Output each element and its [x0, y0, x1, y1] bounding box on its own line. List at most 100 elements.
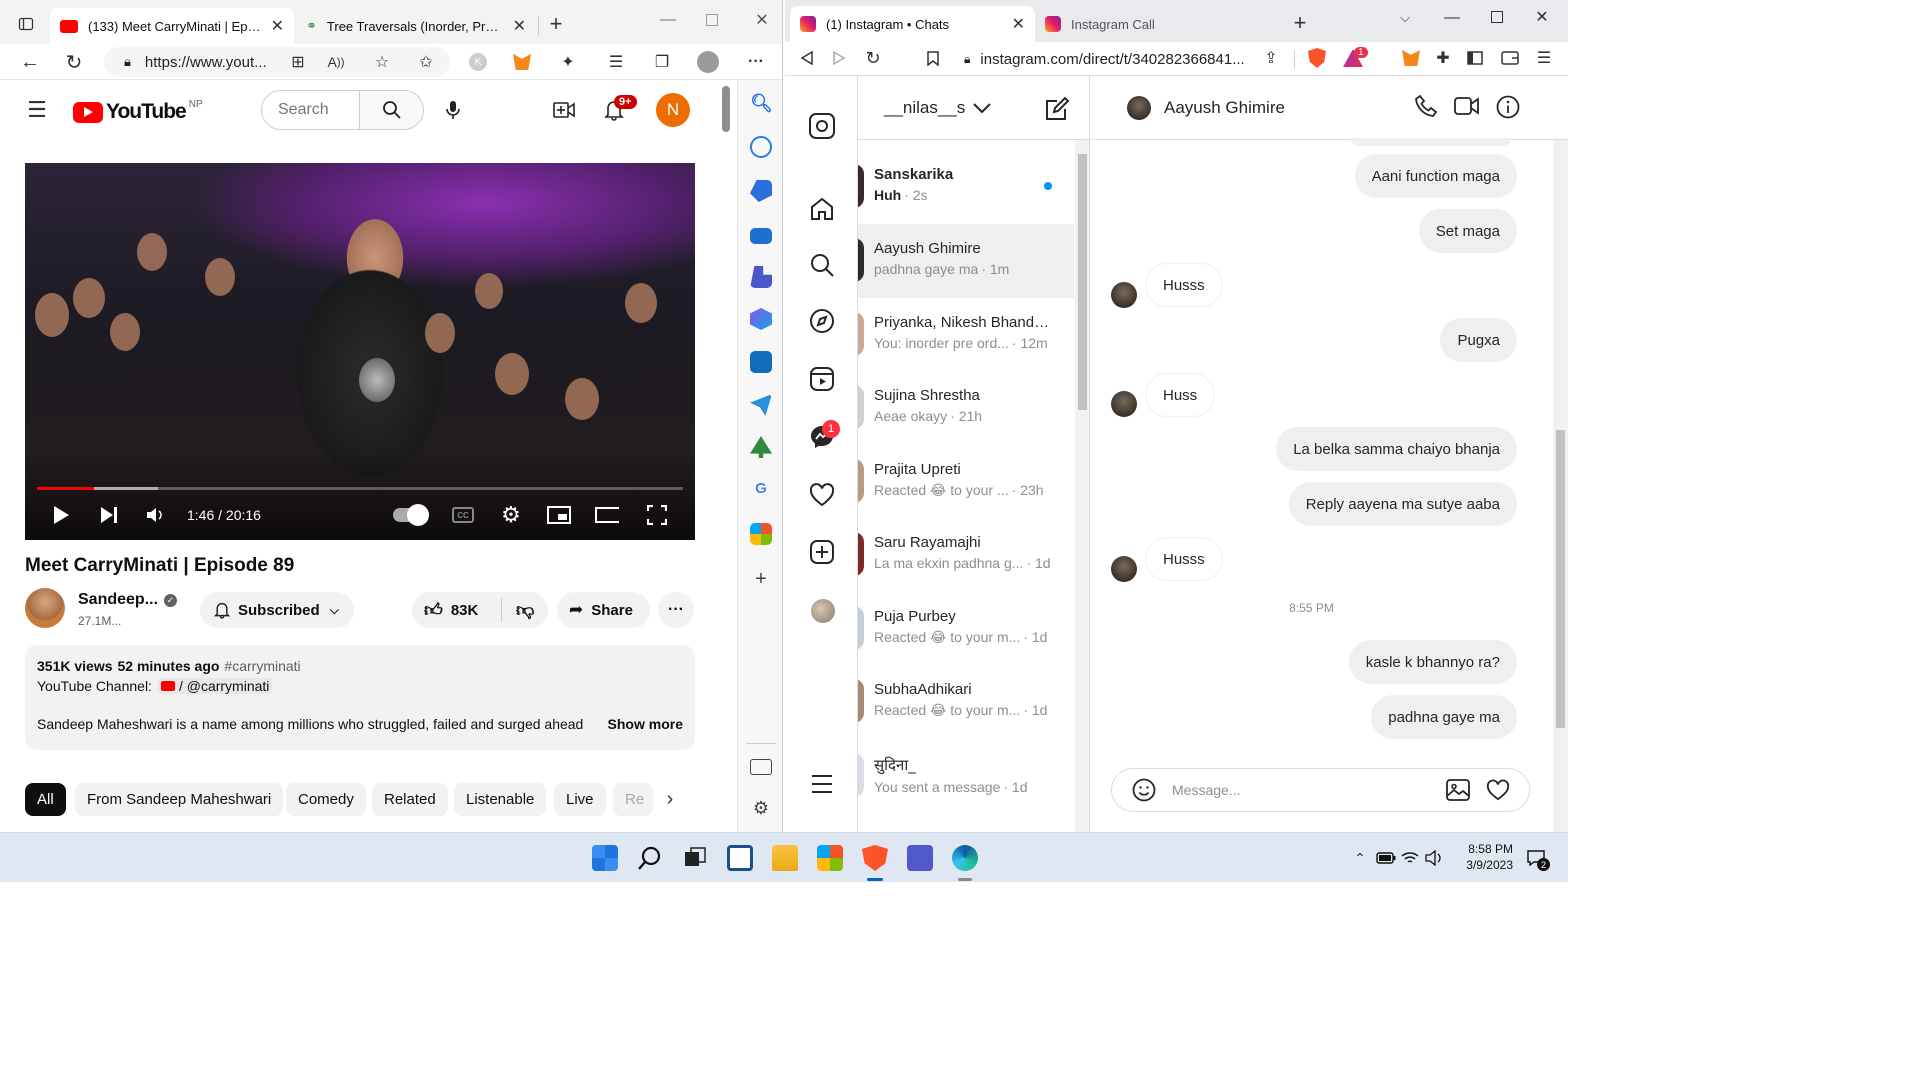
more-actions-button[interactable]: ··· [658, 592, 694, 628]
close-icon[interactable]: ✕ [271, 16, 284, 36]
add-favorite-icon[interactable]: ☆ [370, 50, 394, 74]
bookmark-icon[interactable] [921, 46, 945, 70]
tree-icon[interactable] [750, 436, 772, 458]
contact-avatar[interactable] [1127, 96, 1151, 120]
outlook-icon[interactable] [750, 351, 772, 373]
new-tab-icon[interactable]: + [1288, 10, 1312, 35]
add-sidebar-icon[interactable]: + [750, 568, 772, 590]
brave-tab-instagram-call[interactable]: Instagram Call [1035, 6, 1275, 42]
share-button[interactable]: ➦ Share [557, 592, 650, 628]
video-call-icon[interactable] [1454, 95, 1480, 121]
captions-icon[interactable]: CC [451, 503, 475, 527]
microsoft365-icon[interactable] [750, 308, 772, 330]
search-button[interactable] [359, 91, 423, 129]
explore-compass-icon[interactable] [809, 308, 835, 334]
close-icon[interactable]: ✕ [1012, 14, 1025, 34]
chat-item-sudina[interactable]: सुदिना_ You sent a message · 1d [858, 739, 1074, 813]
more-menu-icon[interactable] [809, 771, 835, 797]
menu-icon[interactable]: ☰ [1532, 46, 1556, 70]
clock[interactable]: 8:58 PM 3/9/2023 [1453, 841, 1513, 873]
chip-related[interactable]: Related [372, 783, 448, 816]
chip-comedy[interactable]: Comedy [286, 783, 366, 816]
progress-bar[interactable] [37, 487, 683, 490]
back-icon[interactable]: ← [18, 50, 42, 74]
sidebar-toggle-icon[interactable] [1463, 46, 1487, 70]
games-icon[interactable] [750, 266, 772, 288]
edge-tab-tree[interactable]: ⚭ Tree Traversals (Inorder, Preorder ✕ [296, 8, 536, 44]
widgets-icon[interactable] [727, 845, 753, 871]
tab-actions-icon[interactable] [14, 12, 38, 36]
show-hidden-icons-chevron-icon[interactable]: ⌃ [1348, 846, 1372, 870]
profile-avatar[interactable] [811, 599, 835, 623]
task-view-icon[interactable] [682, 845, 708, 871]
chip-listenable[interactable]: Listenable [454, 783, 547, 816]
edge-browser-icon[interactable] [952, 845, 978, 871]
metamask-icon[interactable] [510, 50, 534, 74]
k-extension-icon[interactable]: K [466, 50, 490, 74]
create-post-icon[interactable] [809, 539, 835, 565]
volume-icon[interactable] [1422, 846, 1446, 870]
read-aloud-icon[interactable]: A)) [324, 50, 348, 74]
collections-icon[interactable]: ❐ [650, 50, 674, 74]
search-icon[interactable] [637, 845, 663, 871]
share-page-icon[interactable]: ⇪ [1259, 46, 1283, 70]
profile-icon[interactable] [696, 50, 720, 74]
settings-gear-icon[interactable]: ⚙ [499, 502, 523, 527]
like-heart-icon[interactable] [1486, 779, 1510, 801]
chips-next-icon[interactable]: › [658, 787, 682, 811]
chat-item-sanskarika[interactable]: Sanskarika Huh · 2s [858, 150, 1074, 224]
tab-search-chevron-icon[interactable]: ⌵ [1393, 6, 1417, 30]
theater-mode-icon[interactable] [595, 503, 619, 527]
description-box[interactable]: 351K views 52 minutes ago #carryminati Y… [25, 645, 695, 750]
chat-item-puja[interactable]: Puja Purbey Reacted 😂 to your m... · 1d [858, 592, 1074, 666]
search-input[interactable]: Search [262, 91, 359, 129]
chat-list-scrollbar[interactable] [1075, 140, 1089, 832]
instagram-logo-icon[interactable] [809, 113, 835, 139]
account-switcher[interactable]: __nilas__s [884, 98, 991, 118]
home-icon[interactable] [809, 196, 835, 222]
maximize-icon[interactable] [700, 8, 724, 32]
maximize-icon[interactable] [1485, 5, 1509, 29]
channel-avatar[interactable] [25, 588, 65, 628]
metamask-icon[interactable] [1399, 46, 1423, 70]
reels-icon[interactable] [809, 366, 835, 392]
chip-live[interactable]: Live [554, 783, 606, 816]
close-icon[interactable]: ✕ [513, 16, 526, 36]
wallet-icon[interactable] [1498, 46, 1522, 70]
wifi-icon[interactable] [1398, 846, 1422, 870]
chat-item-sujina[interactable]: Sujina Shrestha Aeae okayy · 21h [858, 371, 1074, 445]
forward-icon[interactable] [827, 46, 851, 70]
bing-chat-icon[interactable] [750, 136, 772, 158]
phone-call-icon[interactable] [1414, 94, 1440, 120]
create-video-icon[interactable] [552, 98, 576, 122]
minimize-icon[interactable]: — [1440, 6, 1464, 30]
chat-item-aayush[interactable]: Aayush Ghimire padhna gaye ma · 1m [858, 224, 1074, 298]
minimize-icon[interactable]: — [656, 8, 680, 32]
channel-link[interactable]: / @carryminati [157, 678, 273, 694]
video-player[interactable]: 1:46 / 20:16 CC ⚙ [25, 163, 695, 540]
windows-start-icon[interactable] [592, 845, 618, 871]
reload-icon[interactable]: ↻ [861, 46, 885, 70]
brave-shields-icon[interactable] [1305, 46, 1329, 70]
more-options-icon[interactable]: ··· [744, 50, 768, 74]
new-tab-icon[interactable]: + [544, 11, 568, 36]
brave-tab-instagram-chats[interactable]: (1) Instagram • Chats ✕ [790, 6, 1035, 42]
new-message-icon[interactable] [1044, 96, 1070, 122]
refresh-icon[interactable]: ↻ [62, 50, 86, 74]
like-button[interactable]: 👍︎ 83K [412, 598, 502, 622]
subscribed-button[interactable]: Subscribed ⌵ [200, 592, 354, 628]
brave-address-bar[interactable]: 🔒︎ instagram.com/direct/t/340282366841..… [950, 44, 1290, 74]
miniplayer-icon[interactable] [547, 503, 571, 527]
contact-name[interactable]: Aayush Ghimire [1164, 98, 1285, 118]
hide-sidebar-icon[interactable] [750, 759, 772, 775]
play-icon[interactable] [49, 503, 73, 527]
shopping-tag-icon[interactable] [750, 180, 772, 202]
edge-tab-youtube[interactable]: (133) Meet CarryMinati | Episode ✕ [50, 8, 294, 44]
teams-icon[interactable] [907, 845, 933, 871]
chip-more[interactable]: Re [613, 783, 653, 816]
chip-from-sandeep[interactable]: From Sandeep Maheshwari [75, 783, 284, 816]
conversation-scrollbar[interactable] [1553, 140, 1568, 832]
hamburger-menu-icon[interactable]: ☰ [25, 97, 49, 122]
chat-item-saru[interactable]: Saru Rayamajhi La ma ekxin padhna g... ·… [858, 518, 1074, 592]
close-window-icon[interactable]: ✕ [750, 8, 774, 32]
